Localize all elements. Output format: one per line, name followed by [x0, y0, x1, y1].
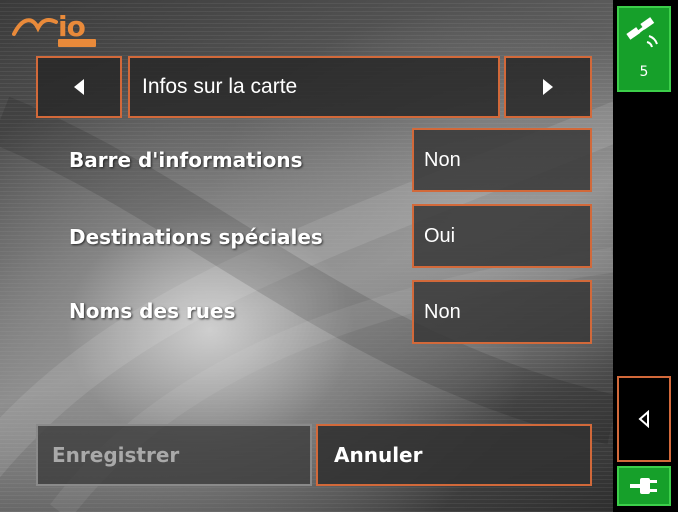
setting-value-street-names-text: Non: [424, 300, 461, 323]
logo-swoosh-icon: [12, 18, 58, 36]
satellite-count: 5: [639, 64, 649, 80]
logo-badge: [58, 39, 96, 47]
main-panel: io Infos sur la carte Barre d'informatio…: [0, 0, 613, 512]
setting-value-info-bar[interactable]: Non: [412, 128, 592, 192]
power-status: [617, 466, 671, 506]
arrow-left-icon: [74, 79, 84, 95]
save-button[interactable]: Enregistrer: [36, 424, 312, 486]
setting-label-info-bar: Barre d'informations: [69, 148, 303, 172]
screen: io Infos sur la carte Barre d'informatio…: [0, 0, 678, 512]
next-page-button[interactable]: [504, 56, 592, 118]
nav-title-label: Infos sur la carte: [142, 75, 298, 98]
setting-label-street-names: Noms des rues: [69, 299, 236, 323]
setting-value-poi-text: Oui: [424, 224, 456, 247]
prev-page-button[interactable]: [36, 56, 122, 118]
setting-label-poi: Destinations spéciales: [69, 225, 323, 249]
back-button[interactable]: [617, 376, 671, 462]
setting-value-poi[interactable]: Oui: [412, 204, 592, 268]
power-plug-icon: [630, 478, 657, 494]
satellite-icon: [626, 17, 658, 48]
setting-value-street-names[interactable]: Non: [412, 280, 592, 344]
setting-value-info-bar-text: Non: [424, 148, 461, 171]
back-arrow-icon: [638, 410, 649, 428]
gps-status-button[interactable]: 5: [617, 6, 671, 92]
save-button-label: Enregistrer: [52, 443, 180, 467]
nav-title: Infos sur la carte: [128, 56, 500, 118]
cancel-button-label: Annuler: [334, 443, 423, 467]
mio-logo: io: [12, 6, 96, 47]
cancel-button[interactable]: Annuler: [316, 424, 592, 486]
arrow-right-icon: [543, 79, 553, 95]
